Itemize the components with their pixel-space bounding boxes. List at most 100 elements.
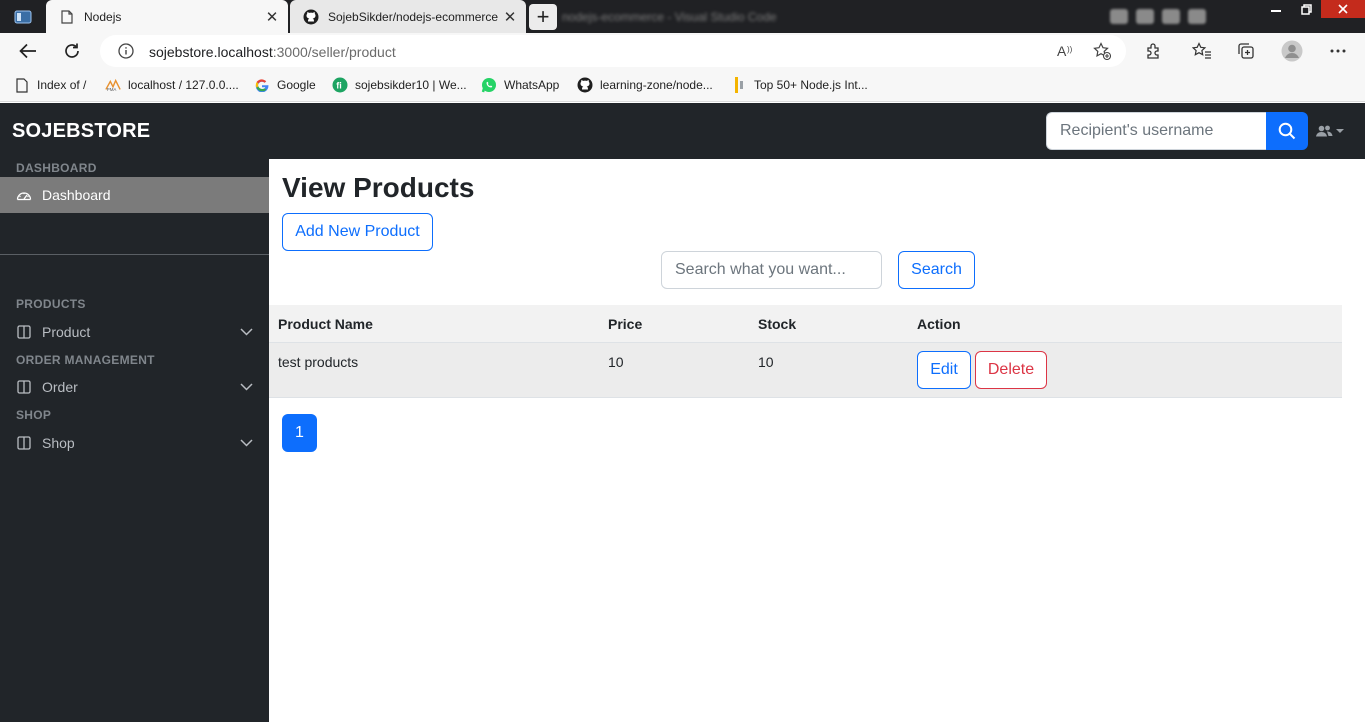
bookmark-label: localhost / 127.0.0.... <box>128 78 239 92</box>
page-title: View Products <box>282 172 475 203</box>
search-icon <box>1278 122 1296 140</box>
bookmarks-bar: Index of / PMA localhost / 127.0.0.... G… <box>0 69 1365 102</box>
bookmark-label: Google <box>277 78 316 92</box>
sidebar-item-label: Shop <box>42 435 75 451</box>
table-row: test products 10 10 Edit Delete <box>269 343 1342 398</box>
sidebar: DASHBOARD Dashboard PRODUCTS Product ORD… <box>0 159 269 722</box>
close-icon <box>1338 4 1348 14</box>
profile-avatar-icon[interactable] <box>1279 38 1305 64</box>
bookmark-whatsapp[interactable]: WhatsApp <box>481 76 559 94</box>
caret-down-icon <box>1336 129 1344 133</box>
navbar-search-button[interactable] <box>1266 112 1308 150</box>
product-search-input[interactable] <box>661 251 882 289</box>
delete-button[interactable]: Delete <box>975 351 1047 389</box>
restore-button[interactable] <box>1291 0 1321 18</box>
window-controls <box>1261 0 1365 18</box>
recipient-username-input[interactable] <box>1046 112 1266 150</box>
sidebar-item-label: Dashboard <box>42 187 111 203</box>
sidebar-item-label: Product <box>42 324 91 340</box>
site-info-icon[interactable] <box>116 41 136 61</box>
browser-titlebar: Nodejs ✕ SojebSikder/nodejs-ecommerce ✕ … <box>0 0 1365 33</box>
app-navbar: SOJEBSTORE <box>0 103 1365 159</box>
sidebar-heading-dashboard: DASHBOARD <box>16 161 97 175</box>
brand-logo[interactable]: SOJEBSTORE <box>12 120 150 143</box>
workspaces-icon <box>14 10 32 24</box>
svg-text:A: A <box>1057 43 1067 59</box>
cell-product-name: test products <box>278 354 359 370</box>
tab-nodejs[interactable]: Nodejs ✕ <box>46 0 288 33</box>
chevron-down-icon <box>239 381 253 393</box>
read-aloud-icon[interactable]: A)) <box>1056 41 1076 61</box>
table-header: Product Name Price Stock Action <box>269 305 1342 343</box>
sidebar-item-order[interactable]: Order <box>0 369 269 405</box>
bookmark-phpmyadmin[interactable]: PMA localhost / 127.0.0.... <box>105 76 239 94</box>
close-window-button[interactable] <box>1321 0 1365 18</box>
url-text[interactable]: sojebstore.localhost:3000/seller/product <box>149 44 396 60</box>
user-dropdown-toggle[interactable] <box>1316 123 1344 139</box>
bookmark-top50-nodejs[interactable]: Top 50+ Node.js Int... <box>731 76 868 94</box>
sidebar-heading-products: PRODUCTS <box>16 297 86 311</box>
svg-text:fi: fi <box>336 81 342 91</box>
search-button[interactable]: Search <box>898 251 975 289</box>
column-header-action: Action <box>917 316 961 332</box>
bookmark-label: WhatsApp <box>504 78 560 92</box>
minimize-icon <box>1271 10 1281 12</box>
more-menu-icon[interactable] <box>1325 38 1351 64</box>
chevron-down-icon <box>239 326 253 338</box>
collections-icon[interactable] <box>1233 38 1259 64</box>
close-tab-icon[interactable]: ✕ <box>262 7 282 27</box>
svg-text:PMA: PMA <box>107 87 117 92</box>
url-omnibox[interactable]: sojebstore.localhost:3000/seller/product… <box>100 35 1126 67</box>
tab-github-repo[interactable]: SojebSikder/nodejs-ecommerce ✕ <box>290 0 526 33</box>
whatsapp-icon <box>481 77 497 93</box>
sidebar-heading-order-management: ORDER MANAGEMENT <box>16 353 155 367</box>
background-window-icons <box>1110 9 1206 24</box>
sidebar-heading-shop: SHOP <box>16 408 52 422</box>
url-path: :3000/seller/product <box>272 44 396 60</box>
sidebar-item-product[interactable]: Product <box>0 314 269 350</box>
sidebar-item-shop[interactable]: Shop <box>0 425 269 461</box>
github-icon <box>303 9 319 25</box>
cell-stock: 10 <box>758 354 774 370</box>
edit-button[interactable]: Edit <box>917 351 971 389</box>
minimize-button[interactable] <box>1261 0 1291 18</box>
bookmark-google[interactable]: Google <box>254 76 316 94</box>
bookmark-sojebsikder[interactable]: fi sojebsikder10 | We... <box>332 76 467 94</box>
extensions-icon[interactable] <box>1141 38 1167 64</box>
github-icon <box>577 77 593 93</box>
chevron-down-icon <box>239 437 253 449</box>
file-icon <box>14 77 30 93</box>
tab-title: Nodejs <box>84 9 122 24</box>
sidebar-item-dashboard[interactable]: Dashboard <box>0 177 269 213</box>
bookmark-label: Top 50+ Node.js Int... <box>754 78 868 92</box>
bookmark-bar-icon <box>731 77 747 93</box>
google-icon <box>254 77 270 93</box>
pagination-page-1[interactable]: 1 <box>282 414 317 452</box>
favorites-icon[interactable] <box>1189 38 1215 64</box>
users-icon <box>1316 125 1333 137</box>
restore-icon <box>1300 3 1312 15</box>
svg-text:)): )) <box>1067 45 1073 54</box>
add-new-product-button[interactable]: Add New Product <box>282 213 433 251</box>
columns-icon <box>16 435 32 451</box>
dashboard-gauge-icon <box>16 187 32 203</box>
url-host: sojebstore.localhost <box>149 44 273 60</box>
add-favorite-icon[interactable] <box>1092 41 1112 61</box>
close-tab-icon[interactable]: ✕ <box>500 7 520 27</box>
new-tab-button[interactable]: + <box>529 4 557 30</box>
column-header-stock: Stock <box>758 316 797 332</box>
workspaces-button[interactable] <box>8 6 38 28</box>
tab-title: SojebSikder/nodejs-ecommerce <box>328 9 499 24</box>
sidebar-divider <box>0 254 269 255</box>
back-button[interactable] <box>14 37 42 65</box>
bookmark-index[interactable]: Index of / <box>14 76 86 94</box>
products-table: Product Name Price Stock Action test pro… <box>269 305 1342 398</box>
reload-button[interactable] <box>58 37 86 65</box>
sidebar-item-label: Order <box>42 379 78 395</box>
bookmark-learning-zone[interactable]: learning-zone/node... <box>577 76 713 94</box>
address-bar-row: sojebstore.localhost:3000/seller/product… <box>0 33 1365 69</box>
background-window-title: nodejs-ecommerce - Visual Studio Code <box>562 10 777 24</box>
column-header-product-name: Product Name <box>278 316 373 332</box>
cell-price: 10 <box>608 354 624 370</box>
navbar-search-group <box>1046 112 1308 150</box>
